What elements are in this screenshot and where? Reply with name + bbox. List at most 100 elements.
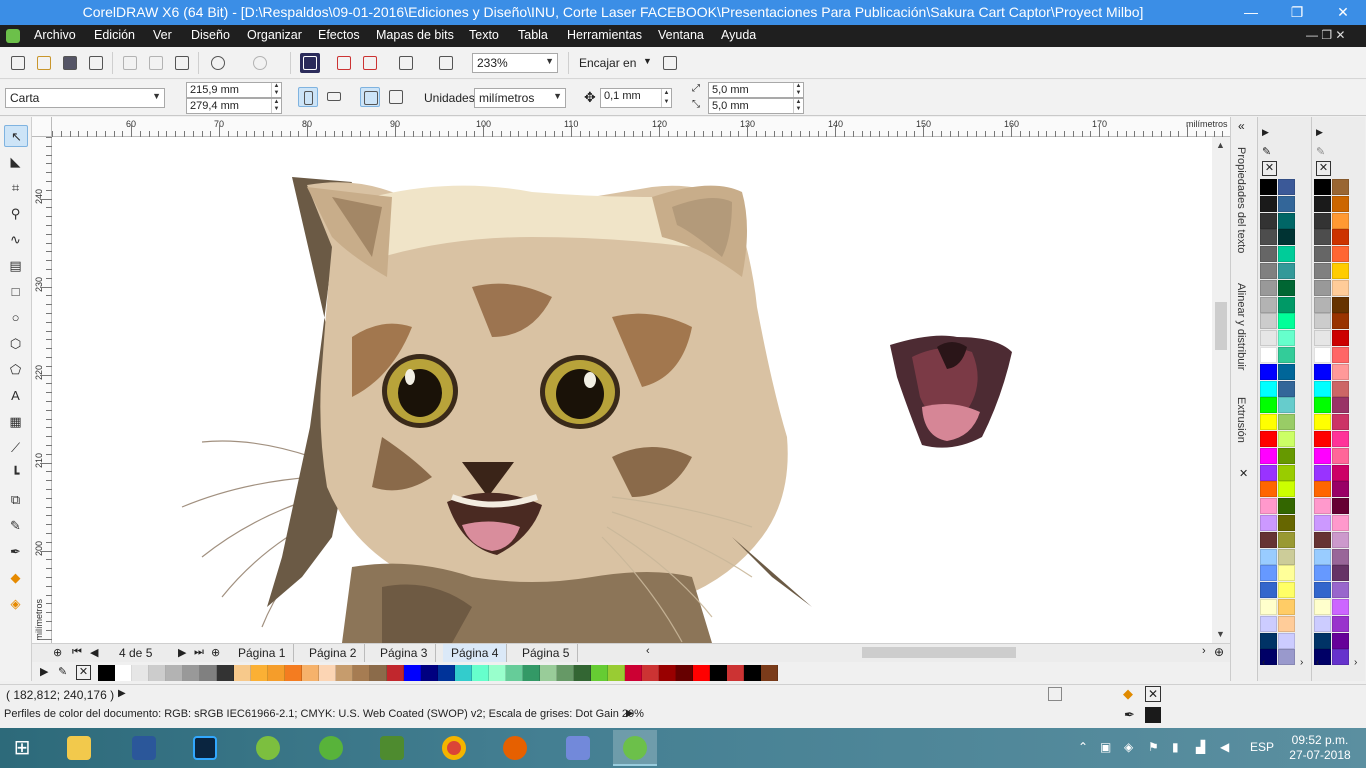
language-indicator[interactable]: ESP — [1250, 740, 1274, 754]
menu-texto[interactable]: Texto — [469, 28, 499, 42]
duplicate-x-field[interactable]: 5,0 mm ▲ ▼ — [708, 82, 804, 98]
fill-none-swatch-icon[interactable]: ✕ — [1145, 686, 1161, 702]
color-swatch[interactable] — [98, 665, 115, 681]
close-docker-icon[interactable]: ✕ — [1239, 467, 1248, 480]
spinner-arrows-icon[interactable]: ▲ ▼ — [661, 89, 671, 107]
application-launcher-button[interactable] — [396, 53, 416, 73]
color-swatch[interactable] — [1332, 498, 1349, 515]
color-swatch[interactable] — [1314, 330, 1331, 347]
color-swatch[interactable] — [1278, 380, 1295, 397]
color-swatch[interactable] — [1260, 481, 1277, 498]
color-swatch[interactable] — [1260, 447, 1277, 464]
color-swatch[interactable] — [285, 665, 302, 681]
color-swatch[interactable] — [1278, 531, 1295, 548]
vertical-scroll-thumb[interactable] — [1215, 302, 1227, 350]
color-swatch[interactable] — [438, 665, 455, 681]
taskbar-coreldraw[interactable] — [613, 730, 657, 766]
menu-diseno[interactable]: Diseño — [191, 28, 230, 42]
color-swatch[interactable] — [1278, 397, 1295, 414]
outline-color-swatch[interactable] — [1145, 707, 1161, 723]
color-swatch[interactable] — [1278, 565, 1295, 582]
no-fill-swatch-icon[interactable]: ✕ — [1262, 161, 1277, 176]
taskbar-chrome[interactable] — [432, 730, 476, 766]
table-tool[interactable]: ▦ — [4, 411, 28, 433]
color-swatch[interactable] — [217, 665, 234, 681]
color-swatch[interactable] — [1314, 263, 1331, 279]
color-swatch[interactable] — [1278, 263, 1295, 279]
color-swatch[interactable] — [1314, 565, 1331, 582]
color-swatch[interactable] — [1260, 380, 1277, 397]
color-swatch[interactable] — [1314, 615, 1331, 632]
color-swatch[interactable] — [1278, 548, 1295, 565]
color-swatch[interactable] — [1332, 464, 1349, 481]
eyedropper-icon[interactable]: ✎ — [1262, 145, 1271, 158]
vertical-scrollbar[interactable]: ▲ ▼ — [1212, 137, 1230, 643]
palette-flyout-icon[interactable]: ▶ — [1316, 127, 1323, 138]
no-fill-swatch-icon[interactable]: ✕ — [76, 665, 91, 680]
color-swatch[interactable] — [1332, 599, 1349, 615]
page-size-combo[interactable]: Carta ▼ — [5, 88, 165, 108]
fill-tool[interactable]: ◆ — [4, 567, 28, 589]
color-swatch[interactable] — [557, 665, 574, 681]
spinner-arrows-icon[interactable]: ▲ ▼ — [271, 83, 281, 97]
dropbox-icon[interactable]: ◈ — [1124, 740, 1133, 754]
menu-ayuda[interactable]: Ayuda — [721, 28, 756, 42]
color-swatch[interactable] — [1278, 229, 1295, 246]
color-swatch[interactable] — [1314, 481, 1331, 498]
color-swatch[interactable] — [489, 665, 506, 681]
color-swatch[interactable] — [1314, 313, 1331, 330]
page-tab-3[interactable]: Página 3 — [372, 644, 437, 662]
taskbar-corel-app-1[interactable] — [246, 730, 290, 766]
horizontal-scroll-thumb[interactable] — [862, 647, 1016, 658]
color-swatch[interactable] — [1260, 397, 1277, 414]
menu-mapas-de-bits[interactable]: Mapas de bits — [376, 28, 454, 42]
network-signal-icon[interactable]: ▟ — [1196, 740, 1205, 754]
menu-ver[interactable]: Ver — [153, 28, 172, 42]
color-swatch[interactable] — [1278, 296, 1295, 313]
color-swatch[interactable] — [421, 665, 438, 681]
color-swatch[interactable] — [1260, 414, 1277, 431]
cat-artwork[interactable] — [52, 137, 1212, 643]
freehand-tool[interactable]: ∿ — [4, 229, 28, 251]
previous-page-icon[interactable]: ◀ — [90, 646, 98, 659]
color-swatch[interactable] — [523, 665, 540, 681]
menu-organizar[interactable]: Organizar — [247, 28, 302, 42]
no-fill-swatch-icon[interactable]: ✕ — [1316, 161, 1331, 176]
color-swatch[interactable] — [1278, 279, 1295, 296]
color-swatch[interactable] — [1278, 414, 1295, 431]
color-swatch[interactable] — [1260, 565, 1277, 582]
color-swatch[interactable] — [1278, 212, 1295, 229]
crop-tool[interactable]: ⌗ — [4, 177, 28, 199]
vertical-ruler[interactable]: 240 230 220 210 200 milímetros — [32, 137, 52, 643]
shape-tool[interactable]: ◣ — [4, 151, 28, 173]
taskbar-word[interactable] — [122, 730, 166, 766]
start-button[interactable]: ⊞ — [0, 730, 44, 766]
taskbar-discord[interactable] — [556, 730, 600, 766]
color-swatch[interactable] — [1278, 313, 1295, 330]
menu-edicion[interactable]: Edición — [94, 28, 135, 42]
palette-flyout-icon[interactable]: ▶ — [1262, 127, 1269, 138]
color-swatch[interactable] — [1332, 431, 1349, 447]
color-swatch[interactable] — [1260, 615, 1277, 632]
color-swatch[interactable] — [1332, 548, 1349, 565]
color-swatch[interactable] — [1314, 632, 1331, 649]
maximize-button[interactable]: ❐ — [1274, 0, 1320, 25]
color-swatch[interactable] — [1278, 515, 1295, 531]
color-swatch[interactable] — [268, 665, 285, 681]
color-swatch[interactable] — [353, 665, 370, 681]
color-swatch[interactable] — [625, 665, 642, 681]
units-combo[interactable]: milímetros ▼ — [474, 88, 566, 108]
color-swatch[interactable] — [132, 665, 149, 681]
options-button[interactable] — [660, 53, 680, 73]
color-swatch[interactable] — [234, 665, 251, 681]
drawing-canvas[interactable] — [52, 137, 1212, 643]
color-swatch[interactable] — [1260, 246, 1277, 263]
color-swatch[interactable] — [455, 665, 472, 681]
first-page-icon[interactable]: ⏮ — [72, 646, 82, 659]
color-swatch[interactable] — [336, 665, 353, 681]
color-swatch[interactable] — [1314, 397, 1331, 414]
color-swatch[interactable] — [1260, 263, 1277, 279]
color-swatch[interactable] — [1260, 279, 1277, 296]
scroll-right-icon[interactable]: › — [1202, 645, 1206, 657]
color-swatch[interactable] — [1278, 649, 1295, 666]
